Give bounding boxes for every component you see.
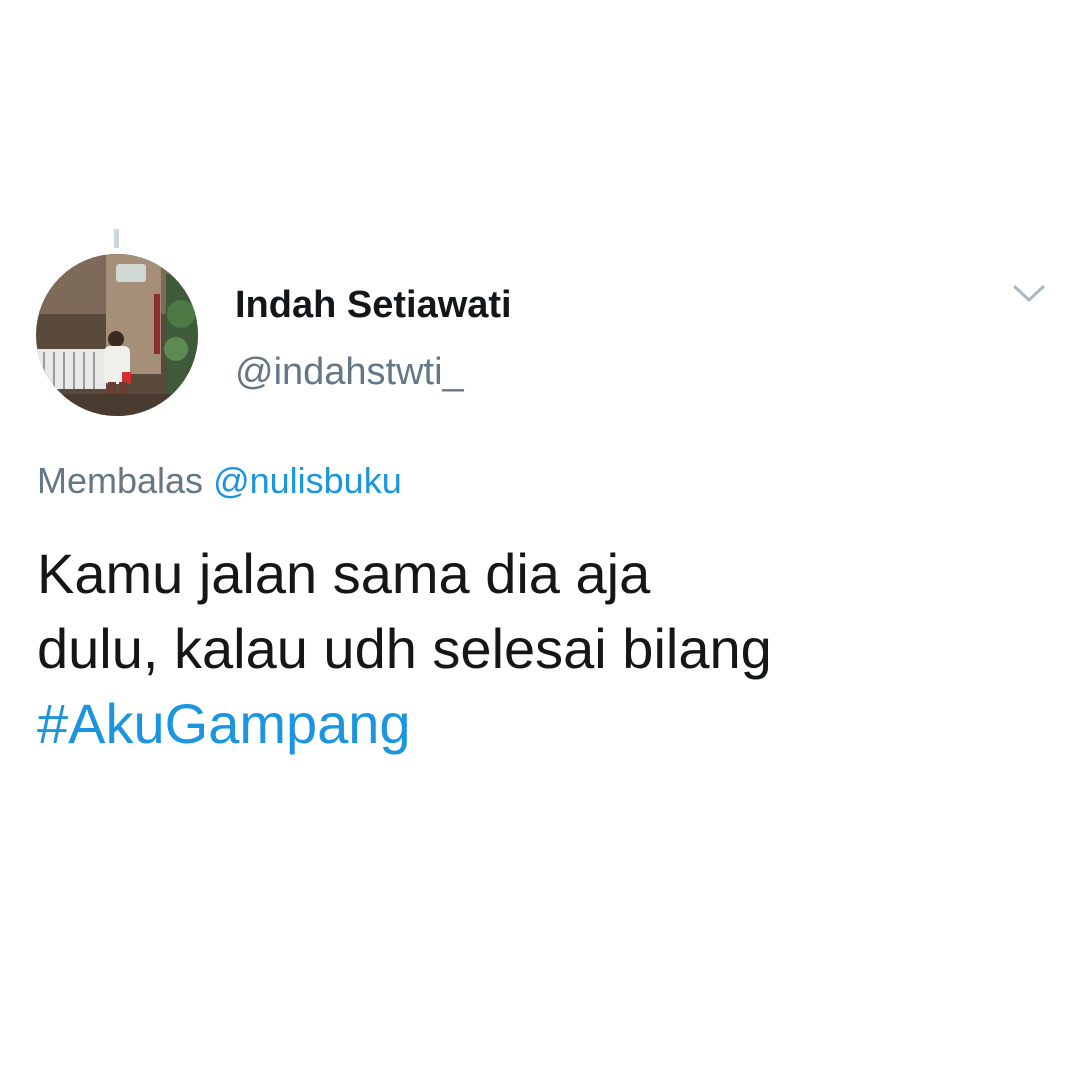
- avatar[interactable]: [36, 254, 198, 416]
- thread-connector-line: [114, 229, 119, 248]
- tweet-text-line: Kamu jalan sama dia aja: [37, 542, 651, 605]
- reply-context: Membalas @nulisbuku: [37, 460, 402, 502]
- tweet-text: Kamu jalan sama dia aja dulu, kalau udh …: [37, 536, 1037, 761]
- author-display-name[interactable]: Indah Setiawati: [235, 284, 512, 327]
- tweet-text-line: dulu, kalau udh selesai bilang: [37, 617, 772, 680]
- chevron-down-icon[interactable]: [1011, 282, 1047, 306]
- reply-prefix: Membalas: [37, 460, 204, 501]
- profile-photo: [36, 254, 198, 416]
- hashtag-link[interactable]: #AkuGampang: [37, 686, 1037, 761]
- reply-mention-link[interactable]: @nulisbuku: [213, 460, 402, 501]
- author-handle[interactable]: @indahstwti_: [235, 351, 464, 394]
